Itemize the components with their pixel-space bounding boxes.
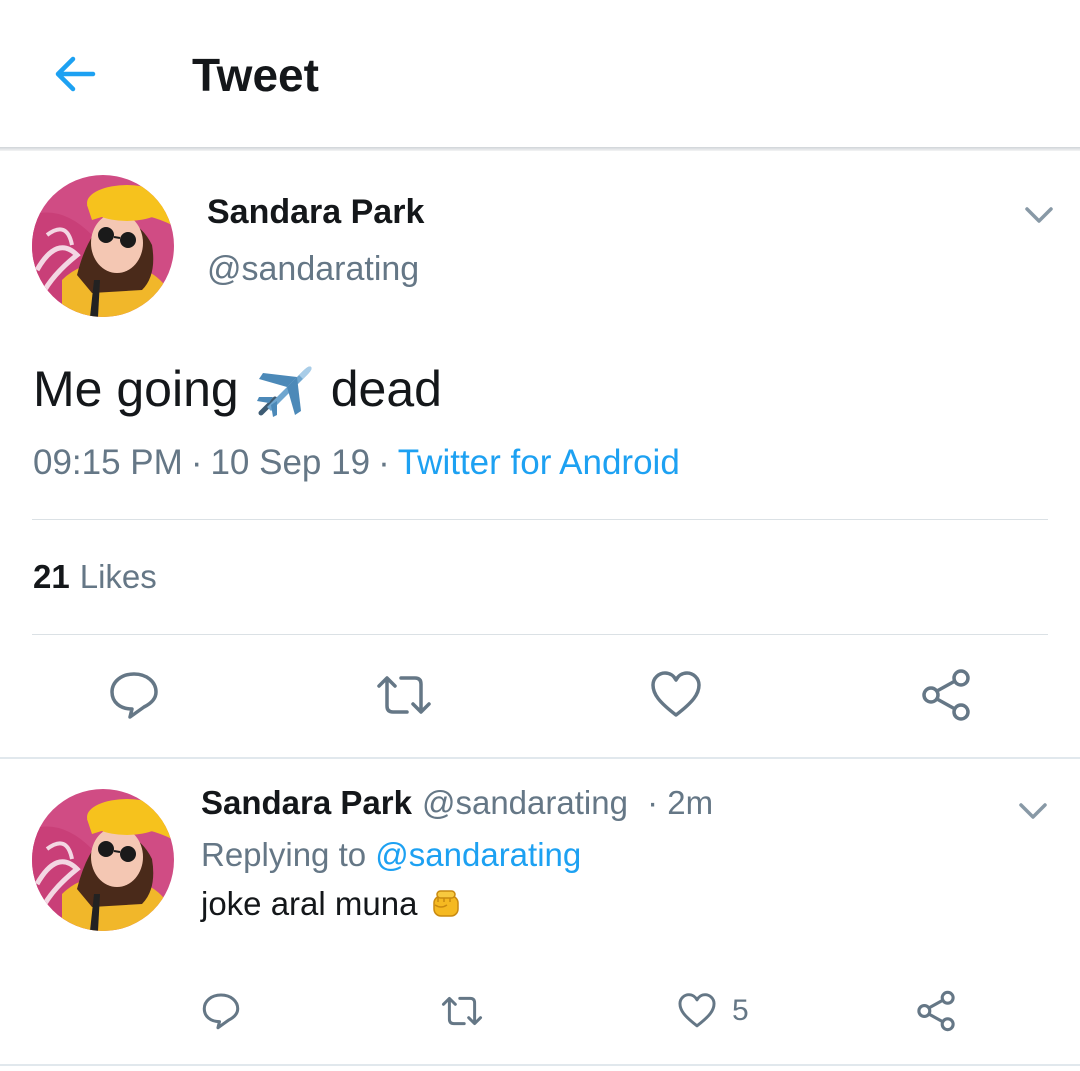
retweet-icon [377,676,431,714]
reply-author-handle[interactable]: @sandarating [422,784,628,821]
meta-separator: · [190,443,203,482]
reply-text: joke aral muna [201,885,418,922]
share-icon [922,669,970,721]
chevron-down-icon [1019,803,1047,819]
tweet-time: 09:15 PM [33,443,183,482]
divider [32,519,1048,520]
share-button[interactable] [916,668,976,722]
retweet-button[interactable] [372,668,436,722]
tweet-meta: 09:15 PM · 10 Sep 19 · Twitter for Android [33,443,680,483]
meta-separator: · [378,443,390,482]
like-button[interactable] [646,668,706,722]
replying-to-prefix: Replying to [201,836,367,873]
reply-author-name[interactable]: Sandara Park [201,784,412,821]
airplane-emoji [253,357,317,421]
likes-count: 21 [33,558,70,595]
reply-author-avatar[interactable] [32,789,174,931]
likes-summary[interactable]: 21 Likes [33,558,157,596]
top-app-bar: Tweet [0,0,1080,148]
avatar-image [32,175,174,317]
reply-like-button[interactable] [674,988,720,1034]
reply-button[interactable] [104,668,164,722]
tweet-options-button[interactable] [1019,195,1059,235]
tweet-date: 10 Sep 19 [210,443,371,482]
page-title: Tweet [192,49,319,101]
reply-options-button[interactable] [1013,791,1053,831]
replying-to-mention[interactable]: @sandarating [375,836,581,873]
divider [32,634,1048,635]
bottom-divider [0,1064,1080,1066]
tweet-text-end: dead [330,361,442,417]
arrow-left-icon [55,56,96,92]
tweet-source-link[interactable]: Twitter for Android [398,443,680,482]
comment-icon [202,993,240,1030]
reply-retweet-button[interactable] [438,988,486,1034]
author-avatar[interactable] [32,175,174,317]
author-name[interactable]: Sandara Park [207,193,424,232]
raised-fist-emoji [429,887,463,921]
avatar-image [32,789,174,931]
section-divider [0,757,1080,759]
likes-label: Likes [79,558,157,595]
heart-icon [651,671,701,717]
reply-timestamp: · 2m [647,784,714,821]
reply-like-count: 5 [732,994,749,1027]
heart-icon [678,993,716,1028]
chevron-down-icon [1025,207,1053,223]
reply-body: joke aral muna [201,885,463,923]
tweet-text-start: Me going [33,361,239,417]
retweet-icon [441,996,483,1026]
comment-icon [110,672,158,719]
reply-header: Sandara Park @sandarating · 2m [201,784,713,822]
replying-to: Replying to @sandarating [201,836,581,874]
back-button[interactable] [44,44,104,104]
share-icon [917,990,955,1032]
header-divider [0,147,1080,151]
tweet-body: Me going dead [33,357,442,421]
reply-reply-button[interactable] [198,988,244,1034]
author-handle[interactable]: @sandarating [207,250,419,289]
reply-share-button[interactable] [912,988,960,1034]
